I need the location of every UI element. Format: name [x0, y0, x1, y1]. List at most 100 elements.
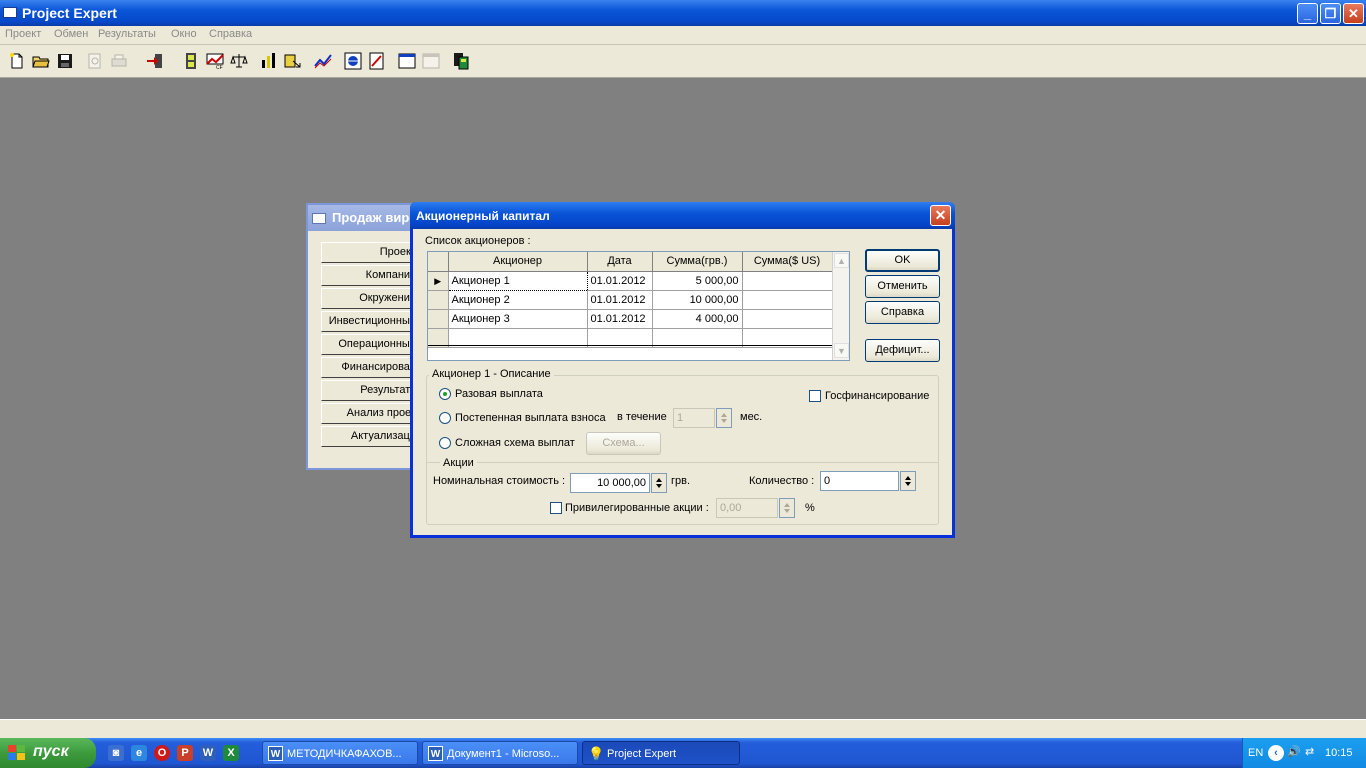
cell-shareholder-name[interactable]: Акционер 3 [448, 309, 588, 329]
word-icon[interactable]: W [200, 745, 216, 761]
sensitivity-analysis-icon[interactable] [284, 52, 302, 70]
dialog-close-button[interactable]: ✕ [930, 205, 951, 226]
months-spinner[interactable] [716, 408, 732, 428]
line-chart-icon[interactable] [314, 52, 332, 70]
nav-financing-button[interactable]: Финансирован [321, 357, 421, 378]
menu-help[interactable]: Справка [209, 28, 252, 40]
preferred-shares-input[interactable]: 0,00 [716, 498, 778, 518]
bar-chart-icon[interactable] [260, 52, 278, 70]
nav-project-button[interactable]: Проект [321, 242, 421, 263]
volume-icon[interactable]: 🔊 [1287, 745, 1301, 758]
calculator-icon[interactable] [452, 52, 470, 70]
dialog-titlebar[interactable]: Акционерный капитал [410, 202, 955, 229]
ok-button[interactable]: OK [865, 249, 940, 272]
minimize-button[interactable]: _ [1297, 3, 1318, 24]
internet-explorer-icon[interactable]: e [131, 745, 147, 761]
print-preview-icon[interactable] [86, 52, 104, 70]
menu-results[interactable]: Результаты [98, 28, 156, 40]
preferred-shares-spinner[interactable] [779, 498, 795, 518]
taskbar-item-project-expert[interactable]: 💡 Project Expert [582, 741, 740, 765]
quantity-input[interactable]: 0 [820, 471, 899, 491]
nav-environment-button[interactable]: Окружение [321, 288, 421, 309]
windows-cascade-icon[interactable] [398, 52, 416, 70]
deficit-button[interactable]: Дефицит... [865, 339, 940, 362]
column-header-shareholder[interactable]: Акционер [448, 252, 588, 272]
preferred-shares-label[interactable]: Привилегированные акции : [565, 502, 709, 514]
print-icon[interactable] [110, 52, 128, 70]
scroll-up-icon[interactable]: ▲ [834, 253, 849, 268]
one-time-payment-radio[interactable] [439, 388, 451, 400]
monte-carlo-icon[interactable] [344, 52, 362, 70]
nav-update-button[interactable]: Актуализаци [321, 426, 421, 447]
cell-shareholder-name[interactable]: Акционер 2 [448, 290, 588, 310]
cell-sum-uah[interactable]: 5 000,00 [652, 271, 743, 291]
cell-sum-usd[interactable] [742, 290, 833, 310]
project-navigator-window[interactable]: Продаж виро Проект Компания Окружение Ин… [306, 203, 426, 470]
nav-company-button[interactable]: Компания [321, 265, 421, 286]
one-time-payment-label[interactable]: Разовая выплата [455, 388, 543, 400]
save-icon[interactable] [56, 52, 74, 70]
shareholders-grid[interactable]: Акционер Дата Сумма(грв.) Сумма($ US) ▶ … [427, 251, 850, 361]
scheme-button[interactable]: Схема... [586, 432, 661, 455]
menu-window[interactable]: Окно [171, 28, 197, 40]
show-desktop-icon[interactable]: ◙ [108, 745, 124, 761]
start-button[interactable]: пуск [0, 738, 96, 768]
tray-expand-icon[interactable]: ‹ [1268, 745, 1284, 761]
nominal-value-spinner[interactable] [651, 473, 667, 493]
cash-flow-icon[interactable]: CF [206, 52, 224, 70]
language-indicator[interactable]: EN [1248, 747, 1263, 759]
opera-icon[interactable]: O [154, 745, 170, 761]
gradual-payment-radio[interactable] [439, 412, 451, 424]
complex-scheme-radio[interactable] [439, 437, 451, 449]
nav-results-button[interactable]: Результать [321, 380, 421, 401]
powerpoint-icon[interactable]: P [177, 745, 193, 761]
close-app-button[interactable]: ✕ [1343, 3, 1364, 24]
new-document-icon[interactable] [8, 52, 26, 70]
scroll-down-icon[interactable]: ▼ [834, 343, 849, 358]
gov-funding-checkbox[interactable] [809, 390, 821, 402]
cell-date[interactable]: 01.01.2012 [587, 271, 653, 291]
preferred-shares-checkbox[interactable] [550, 502, 562, 514]
menu-project[interactable]: Проект [5, 28, 41, 40]
complex-scheme-label[interactable]: Сложная схема выплат [455, 437, 575, 449]
table-row[interactable]: Акционер 3 01.01.2012 4 000,00 [428, 309, 833, 329]
help-button[interactable]: Справка [865, 301, 940, 324]
gradual-payment-label[interactable]: Постепенная выплата взноса [455, 412, 606, 424]
table-row[interactable]: Акционер 2 01.01.2012 10 000,00 [428, 290, 833, 310]
cancel-button[interactable]: Отменить [865, 275, 940, 298]
cell-sum-uah[interactable]: 4 000,00 [652, 309, 743, 329]
cashflow-report-icon[interactable] [182, 52, 200, 70]
cell-shareholder-name[interactable]: Акционер 1 [447, 270, 588, 291]
restore-button[interactable]: ❐ [1320, 3, 1341, 24]
cell-sum-uah[interactable]: 10 000,00 [652, 290, 743, 310]
cell-date[interactable]: 01.01.2012 [587, 290, 653, 310]
excel-icon[interactable]: X [223, 745, 239, 761]
table-row[interactable]: ▶ Акционер 1 01.01.2012 5 000,00 [428, 270, 833, 291]
grid-vertical-scrollbar[interactable]: ▲ ▼ [832, 252, 849, 360]
windows-tile-icon[interactable] [422, 52, 440, 70]
exit-icon[interactable] [146, 52, 164, 70]
cell-date[interactable]: 01.01.2012 [587, 309, 653, 329]
report-generator-icon[interactable] [368, 52, 386, 70]
column-header-sum-usd[interactable]: Сумма($ US) [742, 252, 833, 272]
network-icon[interactable]: ⇄ [1305, 745, 1314, 758]
clock[interactable]: 10:15 [1325, 747, 1353, 759]
months-input[interactable]: 1 [673, 408, 715, 428]
app-window-icon[interactable] [3, 7, 17, 18]
balance-scale-icon[interactable] [230, 52, 248, 70]
nav-operational-button[interactable]: Операционный [321, 334, 421, 355]
menu-exchange[interactable]: Обмен [54, 28, 88, 40]
project-window-titlebar[interactable]: Продаж виро [308, 205, 424, 231]
cell-sum-usd[interactable] [742, 309, 833, 329]
taskbar-item-methodichka[interactable]: W МЕТОДИЧКАФАХОВ... [262, 741, 418, 765]
open-folder-icon[interactable] [32, 52, 50, 70]
quantity-spinner[interactable] [900, 471, 916, 491]
column-header-sum-uah[interactable]: Сумма(грв.) [652, 252, 743, 272]
gov-funding-label[interactable]: Госфинансирование [825, 390, 929, 402]
column-header-date[interactable]: Дата [587, 252, 653, 272]
nav-analysis-button[interactable]: Анализ проек [321, 403, 421, 424]
nav-investment-button[interactable]: Инвестиционный [321, 311, 421, 332]
nominal-value-input[interactable]: 10 000,00 [570, 473, 650, 493]
taskbar-item-document1[interactable]: W Документ1 - Microso... [422, 741, 578, 765]
cell-sum-usd[interactable] [742, 271, 833, 291]
